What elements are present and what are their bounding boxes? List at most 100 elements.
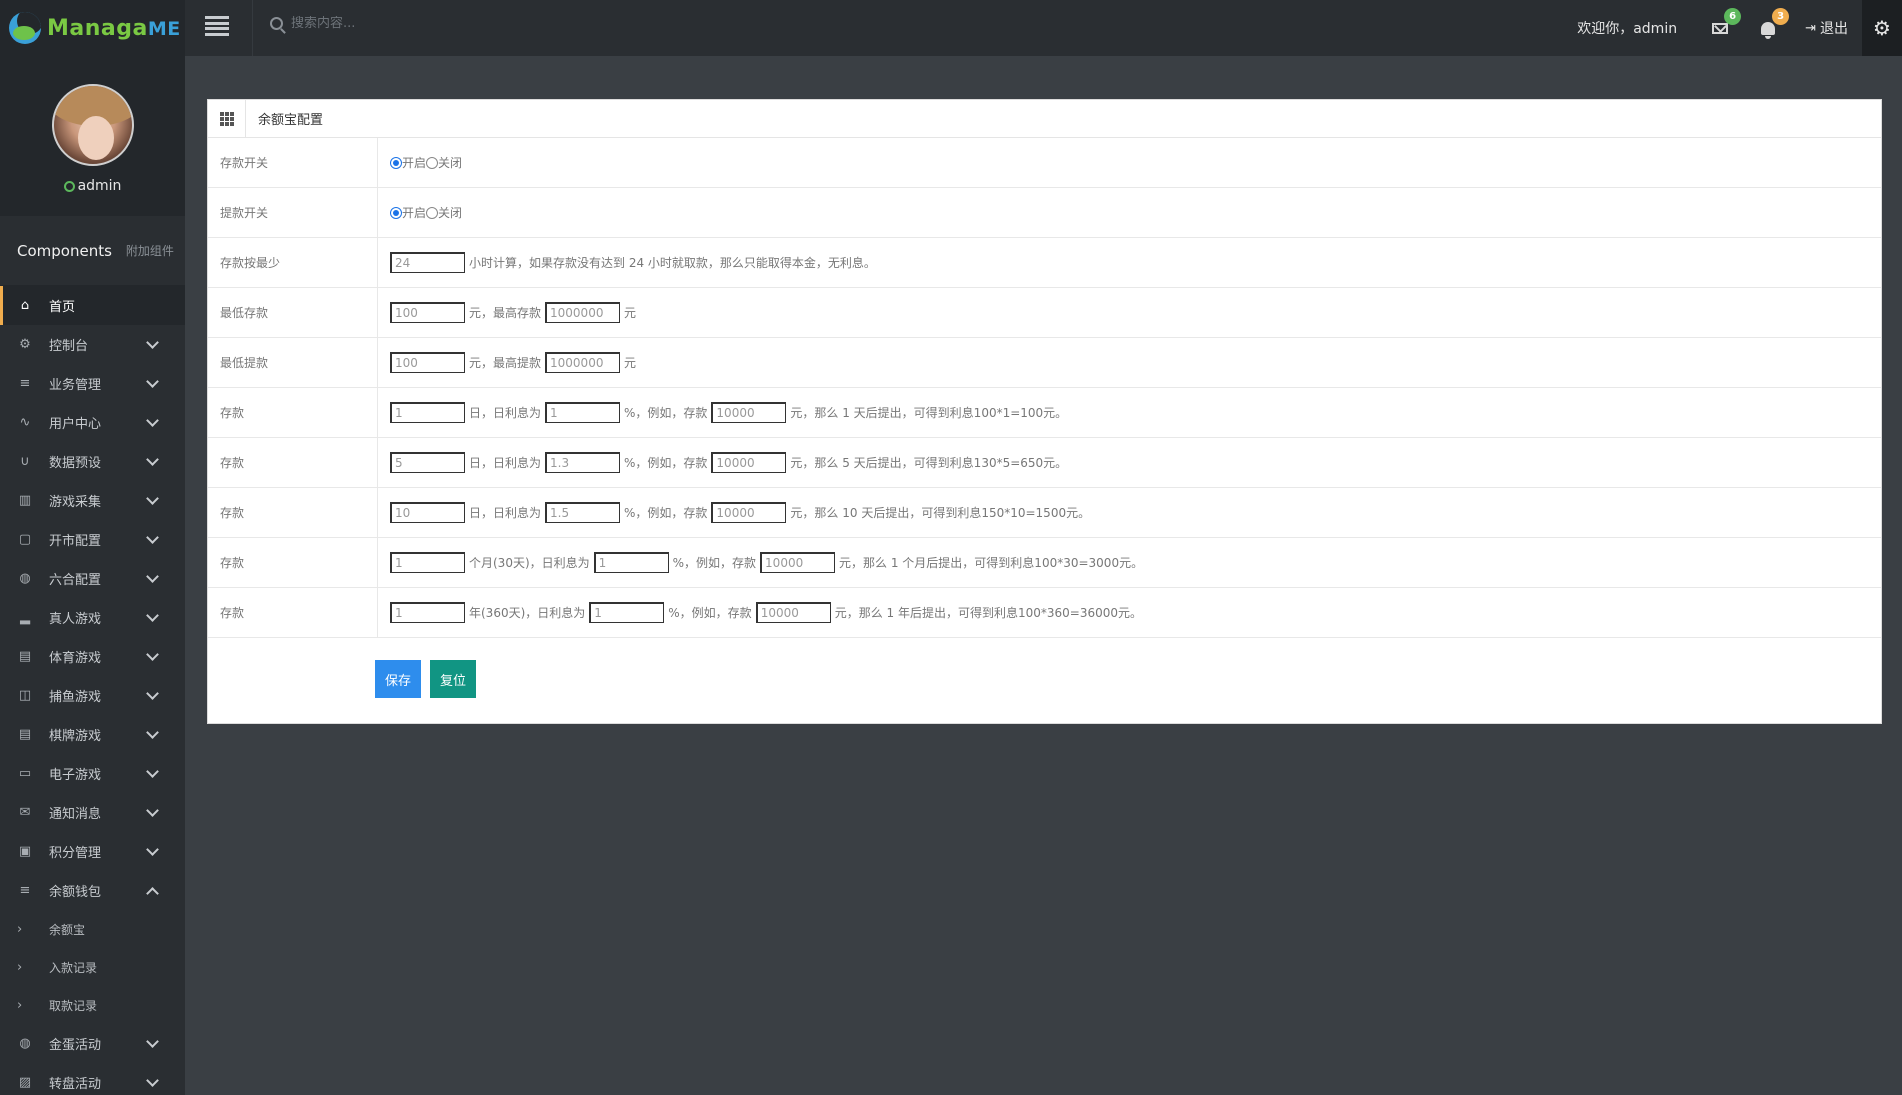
avatar[interactable] — [51, 84, 134, 166]
min-withdraw-input[interactable] — [390, 352, 465, 373]
row-text: %，例如，存款 — [668, 606, 752, 620]
home-icon: ⌂ — [20, 298, 30, 313]
deposit-switch-off-radio[interactable]: 关闭 — [426, 154, 462, 171]
sidebar-item[interactable]: ▤ 棋牌游戏 — [0, 715, 185, 754]
plan-rate-input[interactable] — [593, 552, 669, 573]
gear-icon: ⚙ — [1873, 16, 1891, 40]
clipboard-icon: ▢ — [18, 532, 32, 547]
sidebar-nav-bottom: ◍ 金蛋活动 ▨ 转盘活动 — [0, 1024, 185, 1095]
min-hours-note: 小时计算，如果存款没有达到 24 小时就取款，那么只能取得本金，无利息。 — [469, 256, 876, 270]
row-text: 元，最高提款 — [469, 356, 542, 370]
search-input[interactable] — [291, 16, 491, 31]
sidebar-item[interactable]: ▣ 积分管理 — [0, 832, 185, 871]
row-field: 个月(30天)，日利息为 %，例如，存款 元，那么 1 个月后提出，可得到利息1… — [378, 538, 1881, 587]
sidebar-item[interactable]: ⌂ 首页 — [0, 286, 185, 325]
min-deposit-input[interactable] — [390, 302, 465, 323]
sidebar-item[interactable]: ▨ 转盘活动 — [0, 1063, 185, 1095]
sidebar-item-label: 捕鱼游戏 — [49, 690, 102, 705]
plan-period-input[interactable] — [390, 452, 465, 473]
radio-empty-icon — [426, 206, 439, 219]
plan-rate-input[interactable] — [589, 602, 665, 623]
chevron-down-icon — [146, 414, 159, 427]
panel-header: 余额宝配置 — [208, 99, 1881, 138]
plan-amount-input[interactable] — [711, 452, 787, 473]
chevron-right-icon: › — [17, 959, 23, 975]
sidebar-item-label: 积分管理 — [49, 846, 102, 861]
sidebar-item[interactable]: ⚙ 控制台 — [0, 325, 185, 364]
search-icon[interactable] — [270, 17, 283, 30]
row-text: 年(360天)，日利息为 — [469, 606, 586, 620]
sidebar-item[interactable]: ◫ 捕鱼游戏 — [0, 676, 185, 715]
form-row-min-hours: 存款按最少 小时计算，如果存款没有达到 24 小时就取款，那么只能取得本金，无利… — [208, 238, 1881, 288]
logout-button[interactable]: ⇥ 退出 — [1805, 18, 1848, 38]
window-icon: ▭ — [18, 766, 32, 781]
logo[interactable]: ManagaME — [0, 0, 185, 56]
globe-icon: ◍ — [19, 571, 31, 586]
form-row-plan-4: 存款 个月(30天)，日利息为 %，例如，存款 元，那么 1 个月后提出，可得到… — [208, 538, 1881, 588]
min-hours-input[interactable] — [390, 252, 465, 273]
plan-rate-input[interactable] — [545, 452, 621, 473]
row-label: 最低提款 — [208, 338, 378, 387]
chevron-down-icon — [146, 492, 159, 505]
row-field: 元，最高存款 元 — [378, 288, 1881, 337]
chevron-right-icon: › — [17, 921, 23, 937]
save-button[interactable]: 保存 — [375, 660, 422, 698]
sidebar-subitem[interactable]: › 入款记录 — [0, 948, 185, 986]
sidebar: admin Components 附加组件 ⌂ 首页 ⚙ 控制台 ≡ 业务管理 ∿ 用户中心 ∪… — [0, 56, 185, 1095]
menu-icon[interactable] — [205, 16, 229, 36]
sidebar-item[interactable]: ∿ 用户中心 — [0, 403, 185, 442]
messages-badge: 6 — [1724, 8, 1742, 25]
settings-button[interactable]: ⚙ — [1862, 0, 1902, 56]
row-text: 元，那么 1 天后提出，可得到利息100*1=100元。 — [790, 406, 1068, 420]
plan-period-input[interactable] — [390, 402, 465, 423]
sidebar-subitem[interactable]: › 余额宝 — [0, 910, 185, 948]
sidebar-item[interactable]: ▭ 电子游戏 — [0, 754, 185, 793]
bell-icon — [1761, 21, 1776, 39]
plan-period-input[interactable] — [390, 602, 465, 623]
plan-rate-input[interactable] — [545, 502, 621, 523]
plan-period-input[interactable] — [390, 502, 465, 523]
sidebar-item[interactable]: ▥ 游戏采集 — [0, 481, 185, 520]
row-text: 元，那么 10 天后提出，可得到利息150*10=1500元。 — [790, 506, 1091, 520]
sidebar-item-label: 数据预设 — [49, 456, 102, 471]
chevron-down-icon — [146, 765, 159, 778]
plan-amount-input[interactable] — [760, 552, 836, 573]
sidebar-item[interactable]: ▢ 开市配置 — [0, 520, 185, 559]
chevron-down-icon — [146, 1074, 159, 1087]
sidebar-item[interactable]: ≡ 余额钱包 — [0, 871, 185, 910]
sidebar-item-label: 控制台 — [49, 339, 89, 354]
plan-rate-input[interactable] — [545, 402, 621, 423]
notifications-button[interactable]: 3 — [1757, 8, 1790, 39]
row-text: 元 — [624, 306, 637, 320]
messages-button[interactable]: 6 — [1709, 8, 1742, 39]
sidebar-item-label: 电子游戏 — [49, 768, 102, 783]
withdraw-switch-on-radio[interactable]: 开启 — [390, 204, 426, 221]
withdraw-switch-off-radio[interactable]: 关闭 — [426, 204, 462, 221]
sidebar-item[interactable]: ✉ 通知消息 — [0, 793, 185, 832]
sidebar-item[interactable]: ◍ 金蛋活动 — [0, 1024, 185, 1063]
sidebar-item-label: 六合配置 — [49, 573, 102, 588]
chevron-up-icon — [146, 887, 159, 900]
chevron-down-icon — [146, 453, 159, 466]
deposit-switch-on-radio[interactable]: 开启 — [390, 154, 426, 171]
sidebar-item[interactable]: ◍ 六合配置 — [0, 559, 185, 598]
sidebar-subitem[interactable]: › 取款记录 — [0, 986, 185, 1024]
plan-amount-input[interactable] — [711, 402, 787, 423]
max-withdraw-input[interactable] — [545, 352, 621, 373]
sidebar-item-label: 体育游戏 — [49, 651, 102, 666]
columns-icon: ▥ — [18, 493, 32, 508]
max-deposit-input[interactable] — [545, 302, 621, 323]
sidebar-item[interactable]: ∪ 数据预设 — [0, 442, 185, 481]
sidebar-item[interactable]: ▤ 体育游戏 — [0, 637, 185, 676]
row-label: 存款 — [208, 388, 378, 437]
user-profile: admin — [0, 56, 185, 216]
sidebar-item[interactable]: ≡ 业务管理 — [0, 364, 185, 403]
plan-amount-input[interactable] — [755, 602, 831, 623]
sidebar-item-label: 用户中心 — [49, 417, 102, 432]
reset-button[interactable]: 复位 — [430, 660, 477, 698]
config-panel: 余额宝配置 存款开关 开启 关闭 提款开关 开启 关闭 存款按最少 小时计算，如… — [207, 99, 1882, 724]
sidebar-item[interactable]: ▂ 真人游戏 — [0, 598, 185, 637]
plan-amount-input[interactable] — [711, 502, 787, 523]
top-bar: ManagaME 欢迎你，admin 6 3 ⇥ 退出 ⚙ — [0, 0, 1902, 56]
plan-period-input[interactable] — [390, 552, 465, 573]
